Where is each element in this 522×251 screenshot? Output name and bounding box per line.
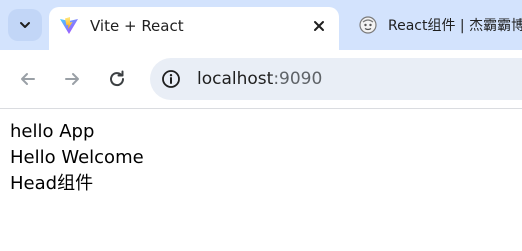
info-icon: [162, 70, 180, 88]
text-line-hello-app: hello App: [10, 121, 95, 142]
tab-search-button[interactable]: [8, 9, 42, 41]
tab-title: React组件 | 杰霸霸博: [388, 18, 522, 34]
sticker-favicon-icon: [359, 16, 377, 34]
reload-icon: [110, 70, 125, 87]
back-arrow-icon: [21, 73, 35, 85]
back-button[interactable]: [14, 65, 42, 93]
tab-title: Vite + React: [90, 17, 184, 35]
url-port: :9090: [273, 69, 323, 89]
tab-vite-react[interactable]: Vite + React: [49, 7, 339, 50]
page-content: hello App Hello Welcome Head组件: [0, 109, 522, 251]
url-text[interactable]: localhost:9090: [197, 68, 322, 90]
forward-arrow-icon: [65, 73, 79, 85]
text-line-hello-welcome: Hello Welcome: [10, 147, 144, 168]
close-icon: [314, 21, 324, 31]
address-bar[interactable]: localhost:9090: [150, 58, 522, 100]
chevron-down-icon: [20, 22, 30, 28]
text-line-head-component: Head组件: [10, 173, 94, 194]
tab-close-button[interactable]: [309, 16, 329, 36]
tab-react-component[interactable]: React组件 | 杰霸霸博: [350, 7, 522, 43]
forward-button[interactable]: [58, 65, 86, 93]
site-info-button[interactable]: [160, 68, 182, 90]
tab-strip: Vite + React React组件 | 杰霸霸博: [0, 0, 522, 50]
reload-button[interactable]: [103, 65, 131, 93]
browser-toolbar: localhost:9090: [0, 50, 522, 108]
vite-logo-icon: [60, 17, 78, 34]
url-host: localhost: [197, 69, 274, 89]
